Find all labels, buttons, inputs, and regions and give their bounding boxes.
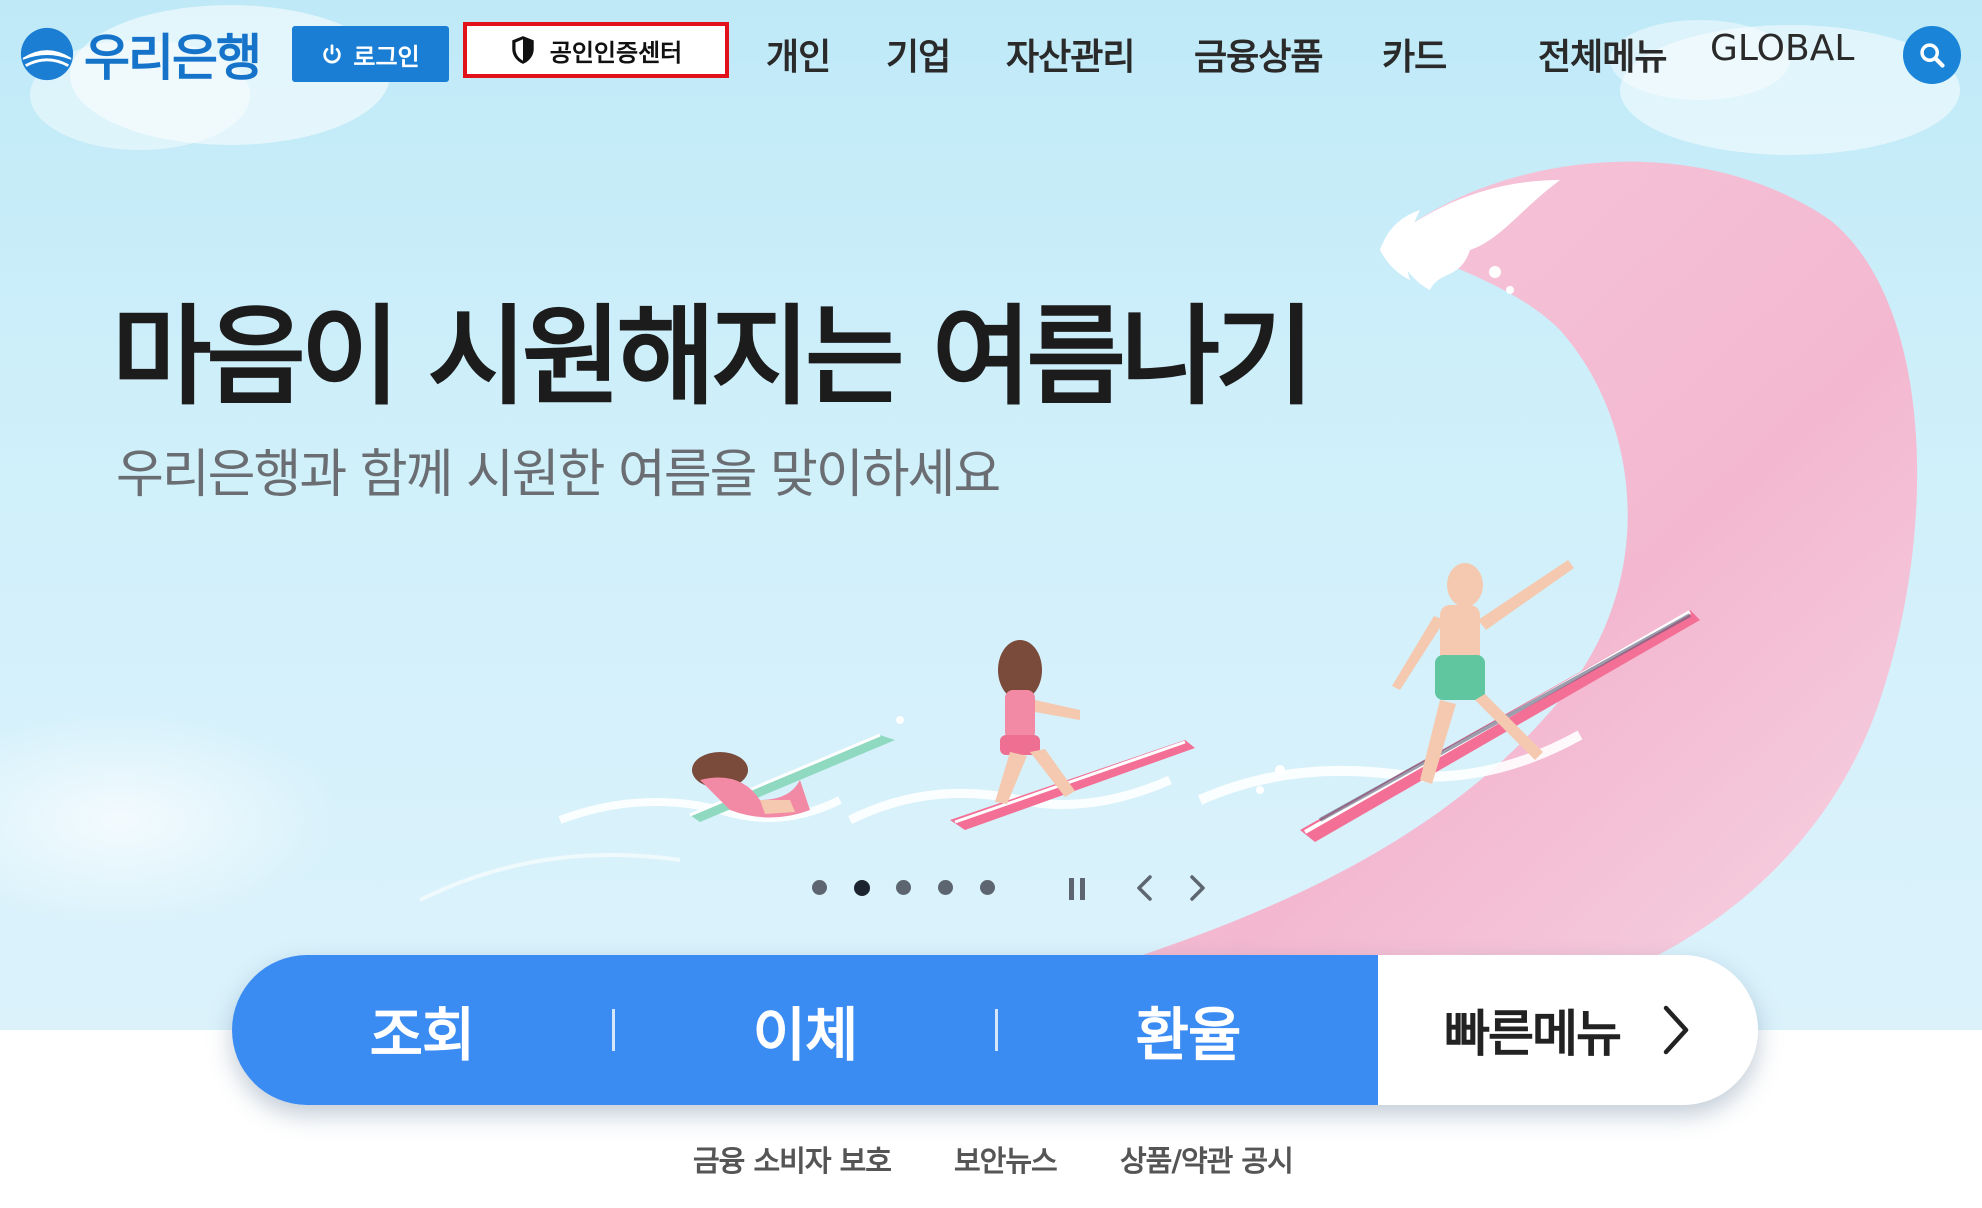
carousel-dot[interactable] [896, 880, 911, 895]
chevron-left-icon[interactable] [1130, 872, 1160, 904]
hero-subtitle: 우리은행과 함께 시원한 여름을 맞이하세요 [116, 445, 1001, 505]
hero-title: 마음이 시원해지는 여름나기 [112, 295, 1315, 420]
certificate-center-button[interactable]: 공인인증센터 [463, 22, 729, 78]
quick-action-bar: 조회 이체 환율 빠른메뉴 [232, 955, 1758, 1105]
certificate-center-label: 공인인증센터 [549, 38, 683, 67]
nav-card[interactable]: 카드 [1382, 28, 1447, 80]
nav-all-menu[interactable]: 전체메뉴 [1538, 28, 1667, 80]
nav-personal[interactable]: 개인 [766, 28, 831, 80]
nav-financial-products[interactable]: 금융상품 [1194, 28, 1323, 80]
chevron-right-icon [1663, 1005, 1689, 1055]
logo-mark-icon [20, 27, 74, 81]
pause-icon[interactable] [1062, 872, 1092, 904]
link-consumer-protection[interactable]: 금융 소비자 보호 [693, 1138, 892, 1180]
link-security-news[interactable]: 보안뉴스 [954, 1138, 1058, 1180]
quick-menu-button[interactable]: 빠른메뉴 [1378, 955, 1758, 1105]
shield-icon [512, 36, 534, 64]
carousel-dot[interactable] [938, 880, 953, 895]
nav-asset-management[interactable]: 자산관리 [1006, 28, 1135, 80]
quick-transfer-button[interactable]: 이체 [615, 988, 995, 1072]
quick-actions: 조회 이체 환율 [232, 955, 1378, 1105]
footer-links: 금융 소비자 보호 보안뉴스 상품/약관 공시 [0, 1138, 1982, 1178]
hero-illustration [0, 5, 1960, 1000]
quick-menu-label: 빠른메뉴 [1444, 1005, 1622, 1063]
search-icon [1920, 43, 1945, 68]
nav-global[interactable]: GLOBAL [1710, 28, 1854, 69]
login-button[interactable]: 로그인 [292, 26, 449, 82]
site-header: 우리은행 로그인 공인인증센터 개인 기업 자산관리 금융상품 카드 전체메뉴 … [0, 0, 1982, 110]
brand-logo[interactable]: 우리은행 [18, 22, 262, 87]
hero-banner[interactable] [0, 0, 1982, 1030]
power-icon [323, 44, 342, 64]
brand-name: 우리은행 [84, 29, 262, 87]
link-product-terms-notice[interactable]: 상품/약관 공시 [1120, 1138, 1294, 1180]
nav-business[interactable]: 기업 [886, 28, 951, 80]
carousel-dot[interactable] [812, 880, 827, 895]
quick-exchange-rate-button[interactable]: 환율 [998, 988, 1378, 1072]
search-button[interactable] [1903, 26, 1961, 84]
login-label: 로그인 [353, 42, 420, 71]
quick-inquiry-button[interactable]: 조회 [232, 988, 612, 1072]
chevron-right-icon[interactable] [1182, 872, 1212, 904]
carousel-dot[interactable] [980, 880, 995, 895]
carousel-dot-active[interactable] [854, 880, 870, 896]
